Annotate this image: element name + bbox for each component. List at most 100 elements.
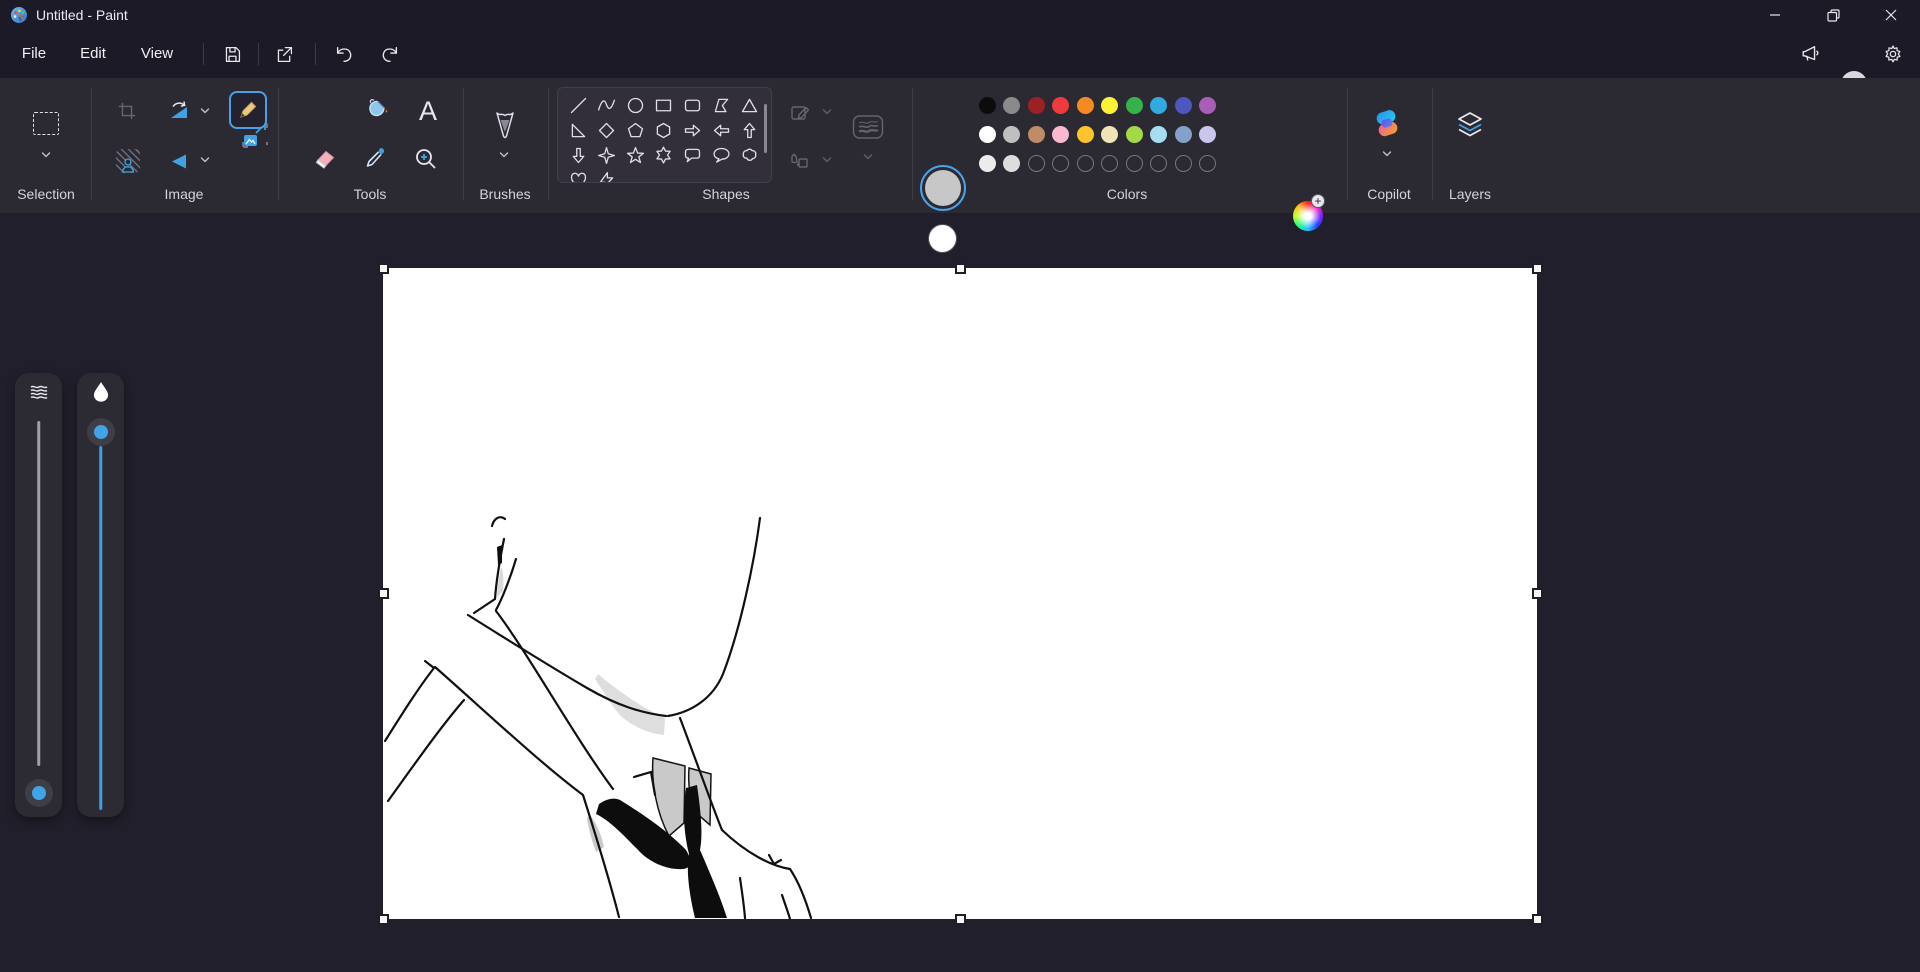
color-swatch[interactable] [979, 126, 996, 143]
color-swatch[interactable] [1003, 126, 1020, 143]
opacity-slider-thumb[interactable] [87, 418, 115, 446]
chevron-down-icon[interactable] [40, 148, 52, 166]
selection-rectangle-icon[interactable] [33, 112, 59, 135]
shape-right-triangle[interactable] [566, 118, 590, 142]
menu-file[interactable]: File [8, 38, 60, 70]
shape-polygon[interactable] [709, 93, 733, 117]
share-button[interactable] [262, 38, 306, 70]
shapes-scrollbar[interactable] [764, 104, 767, 153]
minimize-button[interactable] [1746, 0, 1804, 30]
shape-six-point-star[interactable] [652, 143, 676, 167]
color-swatch[interactable] [979, 97, 996, 114]
shape-rounded-rectangle[interactable] [680, 93, 704, 117]
shape-four-point-star[interactable] [595, 143, 619, 167]
shape-diamond[interactable] [595, 118, 619, 142]
color2-swatch[interactable] [929, 225, 956, 252]
color-swatch[interactable] [1199, 97, 1216, 114]
empty-color-slot[interactable] [1126, 155, 1143, 172]
selection-handle-middle-left[interactable] [378, 588, 389, 599]
copilot-button[interactable] [1370, 106, 1404, 140]
settings-button[interactable] [1871, 38, 1915, 70]
redo-button[interactable] [368, 38, 412, 70]
size-slider-thumb[interactable] [25, 779, 53, 807]
color-swatch[interactable] [1126, 97, 1143, 114]
empty-color-slot[interactable] [1199, 155, 1216, 172]
selection-handle-top-center[interactable] [955, 263, 966, 274]
color-swatch[interactable] [1028, 97, 1045, 114]
selection-handle-top-right[interactable] [1532, 263, 1543, 274]
empty-color-slot[interactable] [1150, 155, 1167, 172]
selection-handle-bottom-center[interactable] [955, 914, 966, 925]
shape-five-point-star[interactable] [623, 143, 647, 167]
rotate-button[interactable] [161, 94, 195, 128]
selection-handle-bottom-right[interactable] [1532, 914, 1543, 925]
shape-line[interactable] [566, 93, 590, 117]
add-color-icon[interactable]: + [1311, 194, 1325, 208]
color-swatch[interactable] [1052, 97, 1069, 114]
undo-button[interactable] [322, 38, 366, 70]
color-swatch[interactable] [1199, 126, 1216, 143]
menu-edit[interactable]: Edit [66, 38, 120, 70]
shape-cloud-speech-bubble[interactable] [738, 143, 762, 167]
stroke-thickness-button[interactable] [852, 114, 884, 145]
shape-pentagon[interactable] [623, 118, 647, 142]
magnifier-tool-button[interactable] [409, 142, 443, 176]
color-picker-tool-button[interactable] [358, 141, 392, 175]
color-swatch[interactable] [1052, 126, 1069, 143]
color-swatch[interactable] [1175, 126, 1192, 143]
rotate-dropdown-chevron-icon[interactable] [199, 104, 211, 122]
empty-color-slot[interactable] [1077, 155, 1094, 172]
shape-arrow-up[interactable] [738, 118, 762, 142]
shape-ellipse[interactable] [623, 93, 647, 117]
shape-oval-speech-bubble[interactable] [709, 143, 733, 167]
shape-outline-button[interactable] [790, 103, 810, 128]
brushes-button[interactable] [488, 108, 522, 142]
shape-arrow-right[interactable] [680, 118, 704, 142]
shape-heart[interactable] [566, 168, 590, 183]
color-swatch[interactable] [1028, 126, 1045, 143]
remove-background-button[interactable] [111, 144, 145, 178]
color-swatch[interactable] [979, 155, 996, 172]
selection-handle-top-left[interactable] [378, 263, 389, 274]
color-swatch[interactable] [1077, 97, 1094, 114]
shape-lightning[interactable] [595, 168, 619, 183]
color-swatch[interactable] [1150, 126, 1167, 143]
selection-handle-bottom-left[interactable] [378, 914, 389, 925]
restore-button[interactable] [1804, 0, 1862, 30]
flip-dropdown-chevron-icon[interactable] [199, 153, 211, 171]
opacity-slider-track[interactable] [99, 446, 103, 810]
copilot-dropdown-chevron-icon[interactable] [1381, 147, 1393, 165]
shape-rounded-speech-bubble[interactable] [680, 143, 704, 167]
empty-color-slot[interactable] [1175, 155, 1192, 172]
color-swatch[interactable] [1126, 126, 1143, 143]
eraser-tool-button[interactable] [308, 142, 342, 176]
brushes-dropdown-chevron-icon[interactable] [498, 148, 510, 166]
color-swatch[interactable] [1003, 97, 1020, 114]
empty-color-slot[interactable] [1052, 155, 1069, 172]
shape-outline-chevron-icon[interactable] [821, 105, 833, 123]
drawing-canvas[interactable] [383, 268, 1537, 919]
crop-button[interactable] [110, 94, 144, 128]
fill-tool-button[interactable] [360, 93, 394, 127]
empty-color-slot[interactable] [1101, 155, 1118, 172]
size-slider-track[interactable] [37, 421, 41, 766]
color1-swatch[interactable] [920, 165, 966, 211]
selection-handle-middle-right[interactable] [1532, 588, 1543, 599]
color-swatch[interactable] [1101, 97, 1118, 114]
color-swatch[interactable] [1101, 126, 1118, 143]
layers-button[interactable] [1453, 108, 1487, 142]
empty-color-slot[interactable] [1028, 155, 1045, 172]
color-swatch[interactable] [1077, 126, 1094, 143]
shape-fill-chevron-icon[interactable] [821, 153, 833, 171]
shape-triangle[interactable] [738, 93, 762, 117]
color-swatch[interactable] [1175, 97, 1192, 114]
feedback-button[interactable] [1788, 38, 1832, 70]
shape-arrow-down[interactable] [566, 143, 590, 167]
shape-fill-button[interactable] [788, 151, 810, 178]
menu-view[interactable]: View [128, 38, 186, 70]
flip-button[interactable] [161, 144, 195, 178]
shape-arrow-left[interactable] [709, 118, 733, 142]
text-tool-button[interactable]: A [415, 96, 441, 126]
shape-hexagon[interactable] [652, 118, 676, 142]
color-swatch[interactable] [1003, 155, 1020, 172]
